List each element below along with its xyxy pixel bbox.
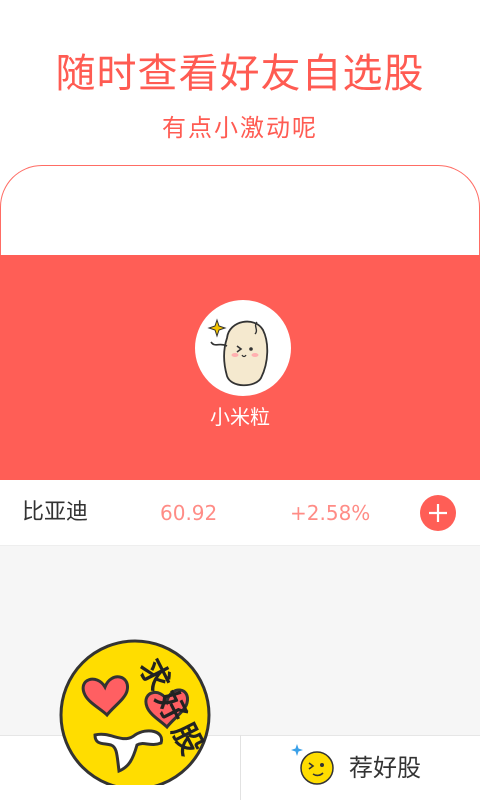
stock-price: 60.92	[160, 501, 218, 525]
wink-emoji-icon	[291, 744, 334, 785]
username: 小米粒	[210, 405, 270, 429]
rice-character-icon	[197, 302, 289, 394]
recommend-stock-label: 荐好股	[349, 754, 421, 782]
stock-change: +2.58%	[290, 501, 371, 525]
plus-circle-icon	[429, 504, 447, 522]
avatar[interactable]	[195, 300, 291, 396]
stock-row[interactable]: 比亚迪 60.92 +2.58%	[0, 480, 480, 546]
stock-name: 比亚迪	[22, 500, 89, 525]
add-stock-button[interactable]	[420, 495, 456, 531]
promo-headline: 随时查看好友自选股	[55, 51, 425, 97]
recommend-stock-tab[interactable]: 荐好股	[241, 736, 480, 800]
promo-subline: 有点小激动呢	[162, 114, 318, 142]
